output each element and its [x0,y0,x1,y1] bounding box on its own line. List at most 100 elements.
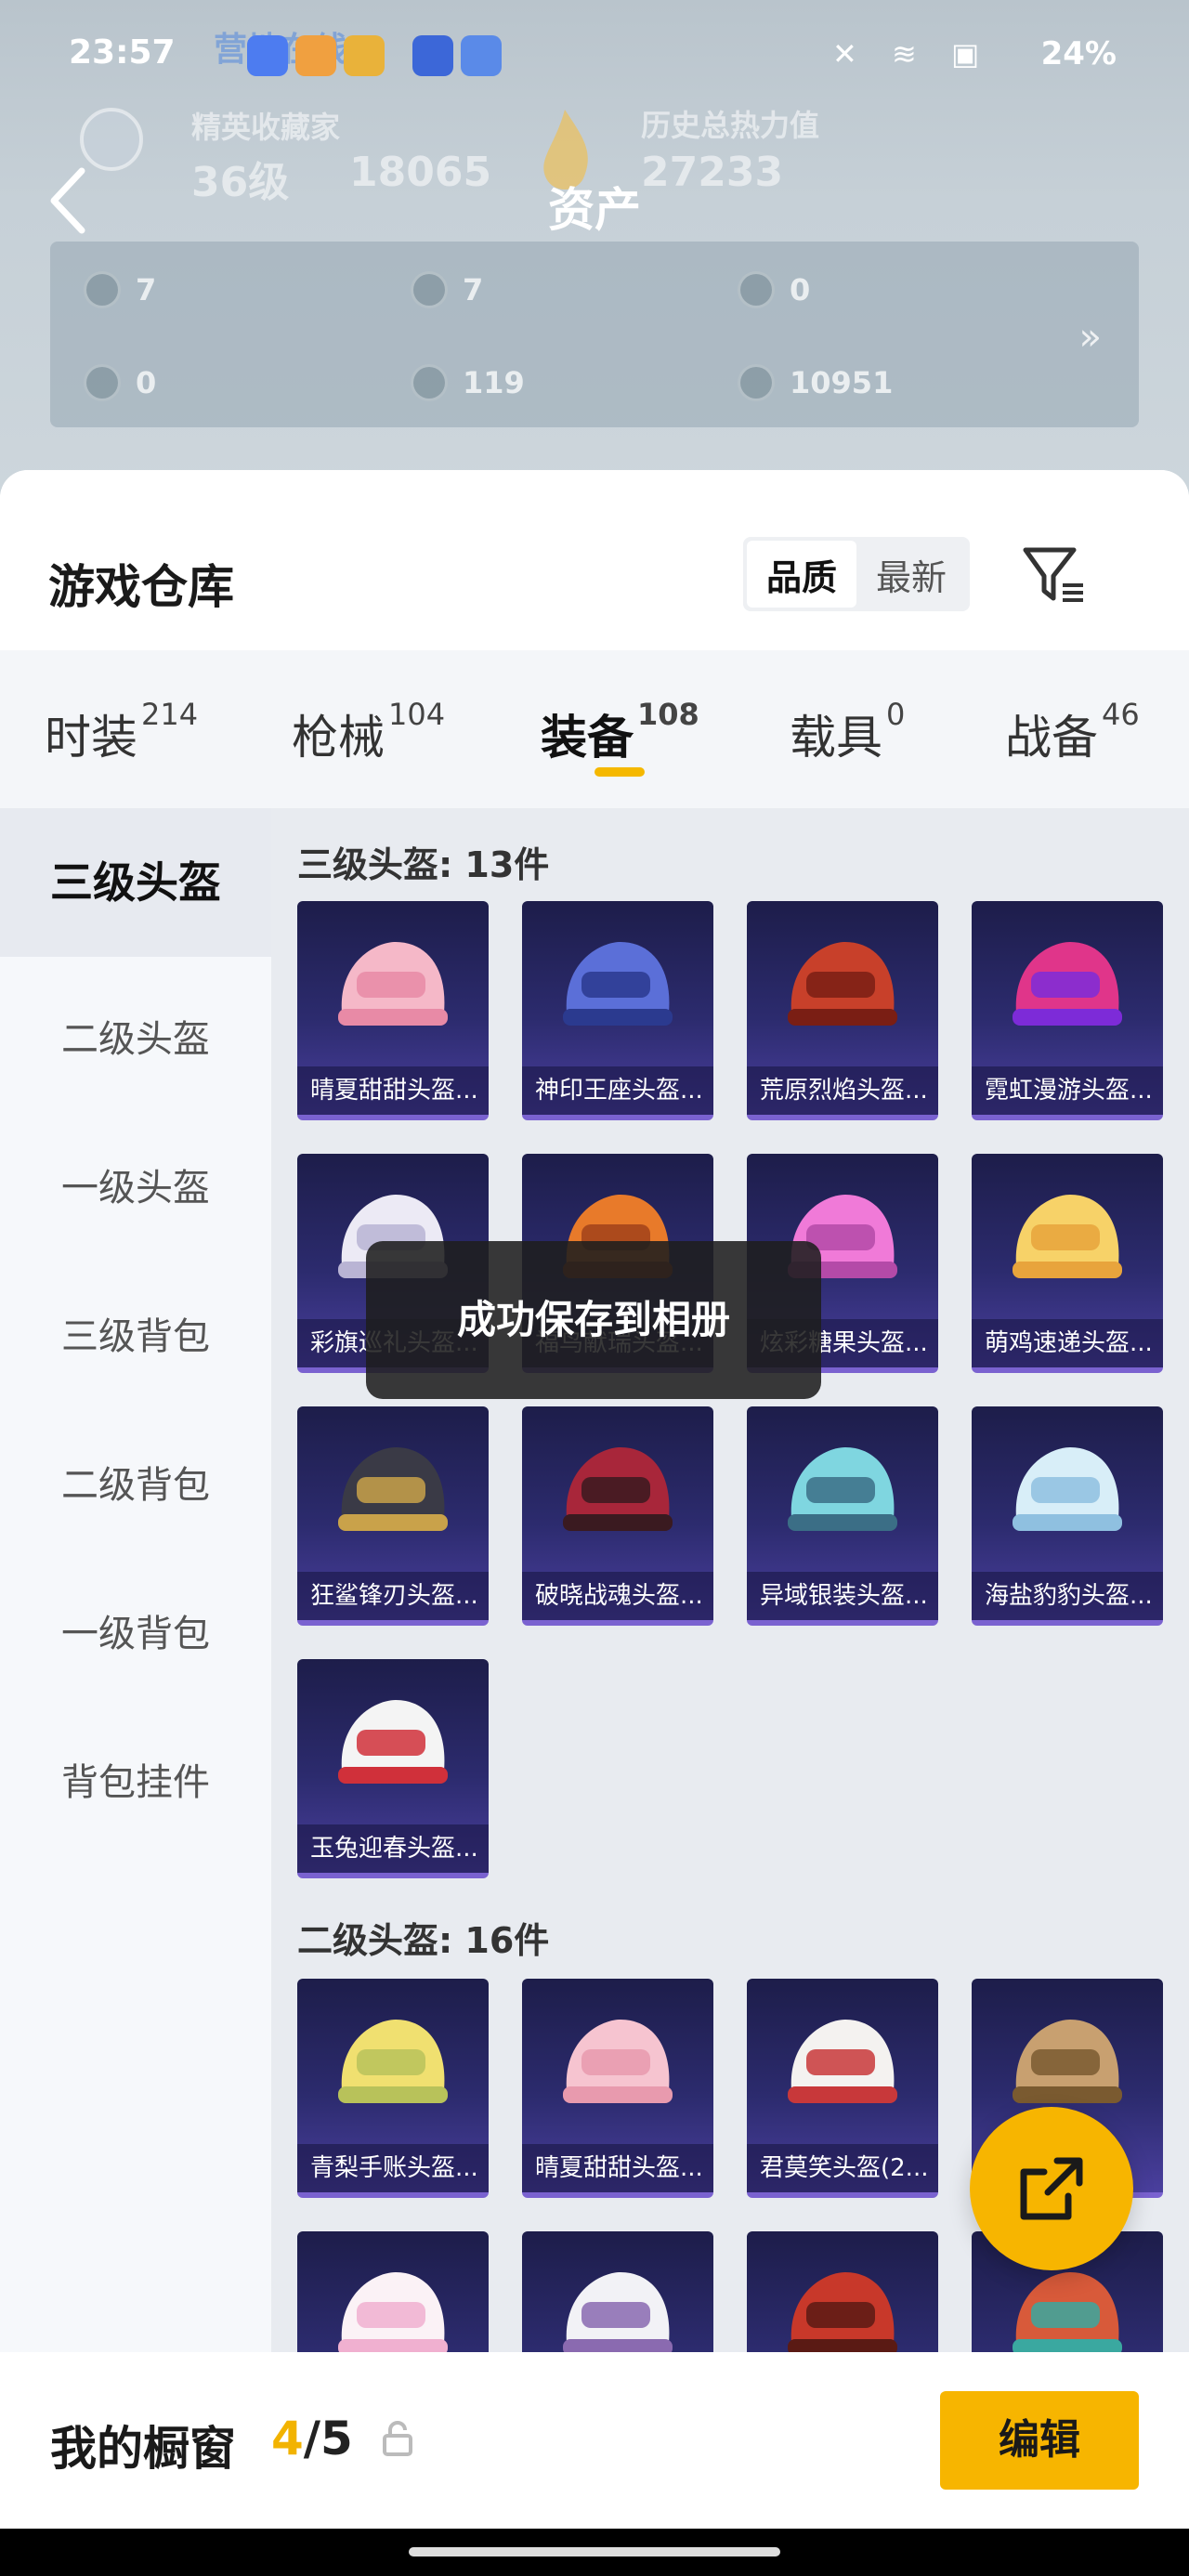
tab-label: 时装 [45,711,137,765]
filter-icon[interactable] [1022,543,1089,608]
item-grid-area: 三级头盔: 13件 晴夏甜甜头盔... 神印王座头盔... 荒原烈焰头盔... 霓虹漫… [271,808,1189,2576]
sort-latest-button[interactable]: 最新 [856,541,966,608]
double-chevron-right-icon[interactable]: » [1079,316,1102,359]
asset-panel[interactable]: 7 7 0 0 119 10951 » [50,242,1139,427]
warehouse-title: 游戏仓库 [48,560,234,614]
pear-helmet-icon [338,2020,448,2103]
item-card-label: 荒原烈焰头盔... [747,1066,938,1115]
item-card-label: 玉兔迎春头盔... [297,1824,489,1873]
spiked-helmet-icon [563,1447,673,1531]
app-notification-icon [344,35,385,76]
tab-label: 战备 [1005,711,1098,765]
shark-helmet-icon [338,1447,448,1531]
item-card-label: 青梨手账头盔... [297,2144,489,2192]
item-card[interactable]: 霓虹漫游头盔... [972,901,1163,1120]
sidebar-item-level2-helmet[interactable]: 二级头盔 [0,1009,271,1063]
tab-count: 108 [637,697,699,732]
pink-pig-helmet-icon [338,942,448,1026]
item-card[interactable]: 晴夏甜甜头盔... [297,901,489,1120]
tab-count: 214 [141,697,199,732]
toast-message: 成功保存到相册 [366,1241,821,1399]
item-card-label: 晴夏甜甜头盔... [522,2144,713,2192]
item-card-label: 君莫笑头盔(2... [747,2144,938,2192]
asset-value: 10951 [790,365,894,400]
item-card-label: 晴夏甜甜头盔... [297,1066,489,1115]
subcategory-sidebar: 三级头盔 二级头盔 一级头盔 三级背包 二级背包 一级背包 背包挂件 [0,808,271,2576]
item-card[interactable]: 青梨手账头盔... [297,1979,489,2198]
tab-weapons[interactable]: 枪械 104 [292,697,446,767]
page-title: 资产 [548,183,641,237]
home-indicator[interactable] [409,2547,780,2556]
rank-title: 精英收藏家 [191,110,341,145]
tab-label: 枪械 [292,711,385,765]
item-card[interactable]: 狂鲨锋刃头盔... [297,1406,489,1626]
tab-count: 0 [886,697,906,732]
section-header-level3-helmet: 三级头盔: 13件 [297,844,550,885]
yellow-chick-helmet-icon [1013,1195,1122,1278]
asset-item: 119 [411,364,525,401]
rank-badge-icon [80,108,143,171]
active-tab-indicator [594,767,645,777]
showcase-count-total: /5 [303,2412,353,2465]
asset-gold-icon [738,364,775,401]
showcase-count: 4/5 [271,2412,353,2465]
status-time: 23:57 [69,33,176,72]
item-card-label: 狂鲨锋刃头盔... [297,1572,489,1620]
tab-fashion[interactable]: 时装 214 [45,697,199,767]
red-flame-helmet-icon [788,942,897,1026]
sidebar-item-level1-backpack[interactable]: 一级背包 [0,1603,271,1657]
asset-item: 7 [411,271,483,308]
warehouse-sheet: 游戏仓库 品质 最新 时装 214 枪械 104 装备 108 载具 0 战备 46 三级… [0,470,1189,2576]
showcase-count-current: 4 [271,2412,304,2465]
item-card-label: 神印王座头盔... [522,1066,713,1115]
item-card[interactable]: 荒原烈焰头盔... [747,901,938,1120]
sidebar-item-level2-backpack[interactable]: 二级背包 [0,1455,271,1509]
showcase-bar: 我的橱窗 4/5 编辑 [0,2352,1189,2529]
asset-value: 0 [790,272,811,307]
category-tabs: 时装 214 枪械 104 装备 108 载具 0 战备 46 [0,650,1189,808]
tab-vehicles[interactable]: 载具 0 [790,697,906,767]
sidebar-item-level1-helmet[interactable]: 一级头盔 [0,1157,271,1211]
item-card[interactable]: 萌鸡速递头盔... [972,1154,1163,1373]
asset-value: 7 [136,272,157,307]
teal-visor-helmet-icon [788,1447,897,1531]
tab-count: 46 [1102,697,1140,732]
item-card[interactable]: 异域银装头盔... [747,1406,938,1626]
tab-supplies[interactable]: 战备 46 [1005,697,1140,767]
item-card[interactable]: 君莫笑头盔(2... [747,1979,938,2198]
sidebar-item-backpack-charm[interactable]: 背包挂件 [0,1752,271,1806]
item-card[interactable]: 晴夏甜甜头盔... [522,1979,713,2198]
sort-quality-button[interactable]: 品质 [747,541,856,608]
asset-coin-icon [411,271,448,308]
asset-item: 0 [738,271,810,308]
asset-ticket-icon [84,364,121,401]
item-card[interactable]: 破晓战魂头盔... [522,1406,713,1626]
external-link-icon [1020,2157,1083,2220]
tab-equipment[interactable]: 装备 108 [541,697,699,767]
share-fab-button[interactable] [970,2107,1133,2270]
wifi-icon: ≋ [892,36,917,72]
neon-helmet-icon [1013,942,1122,1026]
item-card[interactable]: 玉兔迎春头盔... [297,1659,489,1878]
asset-card-icon [84,271,121,308]
app-notification-icon [461,35,502,76]
rabbit-helmet-icon [338,1700,448,1784]
asset-value: 119 [463,365,525,400]
lock-icon[interactable] [381,2421,414,2458]
item-card-label: 破晓战魂头盔... [522,1572,713,1620]
sidebar-item-level3-helmet[interactable]: 三级头盔 [0,808,271,957]
pink-pig-helmet-2-icon [563,2020,673,2103]
item-card[interactable]: 神印王座头盔... [522,901,713,1120]
asset-item: 7 [84,271,156,308]
sidebar-item-level3-backpack[interactable]: 三级背包 [0,1306,271,1360]
heat-label: 历史总热力值 [641,108,820,143]
app-notification-icon [412,35,453,76]
edit-button[interactable]: 编辑 [940,2391,1139,2490]
tab-label: 装备 [541,711,634,765]
item-card[interactable]: 海盐豹豹头盔... [972,1406,1163,1626]
item-card-label: 海盐豹豹头盔... [972,1572,1163,1620]
tab-count: 104 [388,697,446,732]
item-card-label: 萌鸡速递头盔... [972,1319,1163,1367]
battery-level: 24% [1040,35,1117,72]
asset-value: 7 [463,272,484,307]
